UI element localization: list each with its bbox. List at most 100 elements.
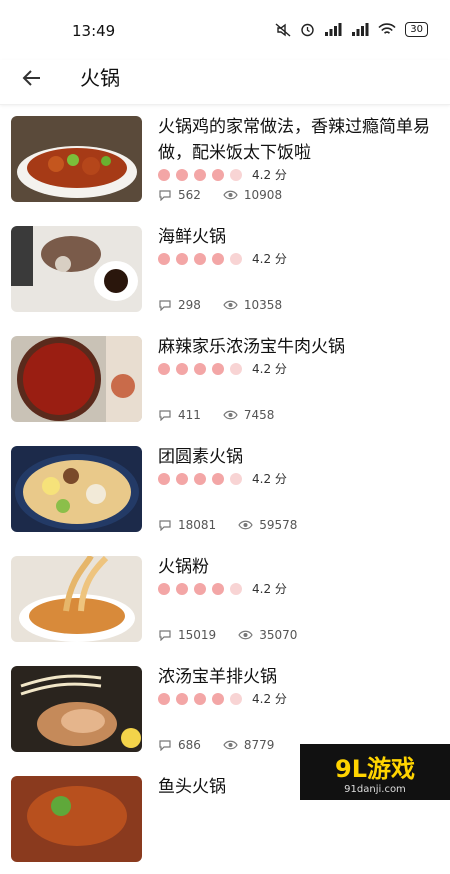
rating-dot [176,692,188,705]
view-count: 7458 [243,408,275,422]
rating-dot [176,582,188,595]
like-icon [159,630,171,641]
rating: 4.2 分 [158,250,287,267]
rating-dot [158,692,170,705]
recipe-thumbnail [11,446,142,532]
page-title: 火锅 [80,66,120,90]
watermark-site: 91danji.com [344,784,406,795]
wifi-icon [378,23,396,34]
signal-icon-2 [352,23,369,36]
rating-dot [212,252,224,265]
view-count: 35070 [259,628,298,642]
rating-dot [212,362,224,375]
list-item[interactable]: 海鲜火锅 4.2 分 298 10358 [0,214,450,324]
rating: 4.2 分 [158,360,287,377]
eye-icon [238,630,253,640]
stats: 411 7458 [158,408,296,422]
rating-dot [230,362,242,375]
eye-icon [238,520,253,530]
like-icon [159,190,171,201]
recipe-thumbnail [11,226,142,312]
recipe-name: 火锅鸡的家常做法，香辣过瘾简单易做，配米饭太下饭啦 [158,117,430,163]
like-count: 562 [178,188,201,202]
rating-dot [176,472,188,485]
stats: 686 8779 [158,738,296,752]
eye-icon [223,410,238,420]
list-item[interactable]: 团圆素火锅 4.2 分 18081 59578 [0,434,450,544]
recipe-name: 浓汤宝羊排火锅 [158,667,277,687]
view-count: 10358 [243,298,283,312]
stats: 298 10358 [158,298,304,312]
like-count: 15019 [178,628,217,642]
app-bar: 火锅 [0,60,450,105]
rating-dot [158,168,170,181]
rating-dot [230,168,242,181]
like-count: 18081 [178,518,217,532]
like-icon [159,410,171,421]
mute-icon [275,22,291,37]
recipe-thumbnail [11,116,142,202]
recipe-thumbnail [11,666,142,752]
rating-dot [194,692,206,705]
signal-icon [325,23,342,36]
recipe-name: 海鲜火锅 [158,227,226,247]
status-icons: 30 [275,22,428,37]
rating: 4.2 分 [158,470,287,487]
recipe-name: 麻辣家乐浓汤宝牛肉火锅 [158,337,345,357]
status-bar: 13:49 30 [0,0,450,60]
rating-dot [212,472,224,485]
rating: 4.2 分 [158,690,287,707]
rating-dot [212,692,224,705]
list-item[interactable]: 火锅粉 4.2 分 15019 35070 [0,544,450,654]
rating-dot [230,692,242,705]
back-arrow-icon[interactable] [18,64,46,92]
rating-score: 4.2 分 [252,252,287,266]
recipe-thumbnail [11,336,142,422]
recipe-name: 团圆素火锅 [158,447,243,467]
list-item[interactable]: 火锅鸡的家常做法，香辣过瘾简单易做，配米饭太下饭啦 4.2 分 562 1090… [0,104,450,214]
rating-dot [158,472,170,485]
rating-score: 4.2 分 [252,692,287,706]
rating: 4.2 分 [158,166,287,183]
view-count: 8779 [243,738,275,752]
rating-dot [194,472,206,485]
eye-icon [223,740,238,750]
like-count: 298 [178,298,201,312]
status-time: 13:49 [72,22,116,40]
rating: 4.2 分 [158,580,287,597]
view-count: 10908 [243,188,283,202]
like-count: 686 [178,738,201,752]
recipe-thumbnail [11,556,142,642]
rating-dot [194,362,206,375]
stats: 15019 35070 [158,628,319,642]
rating-dot [212,168,224,181]
like-count: 411 [178,408,201,422]
stats: 562 10908 [158,188,304,202]
rating-score: 4.2 分 [252,472,287,486]
rating-dot [194,168,206,181]
rating-dot [194,252,206,265]
rating-dot [158,582,170,595]
rating-dot [176,252,188,265]
like-icon [159,520,171,531]
rating-dot [176,168,188,181]
view-count: 59578 [259,518,298,532]
watermark-logo: 9L游戏 91danji.com [300,744,450,800]
eye-icon [223,190,238,200]
rating-dot [176,362,188,375]
list-item[interactable]: 麻辣家乐浓汤宝牛肉火锅 4.2 分 411 7458 [0,324,450,434]
rating-dot [230,252,242,265]
rating-dot [212,582,224,595]
alarm-icon [301,23,314,37]
rating-dot [158,252,170,265]
like-icon [159,740,171,751]
recipe-thumbnail [11,776,142,862]
like-icon [159,300,171,311]
watermark-logo-text: 9L游戏 [335,755,415,783]
battery-indicator: 30 [405,22,428,37]
stats: 18081 59578 [158,518,319,532]
recipe-name: 火锅粉 [158,557,209,577]
rating-dot [158,362,170,375]
rating-score: 4.2 分 [252,582,287,596]
eye-icon [223,300,238,310]
